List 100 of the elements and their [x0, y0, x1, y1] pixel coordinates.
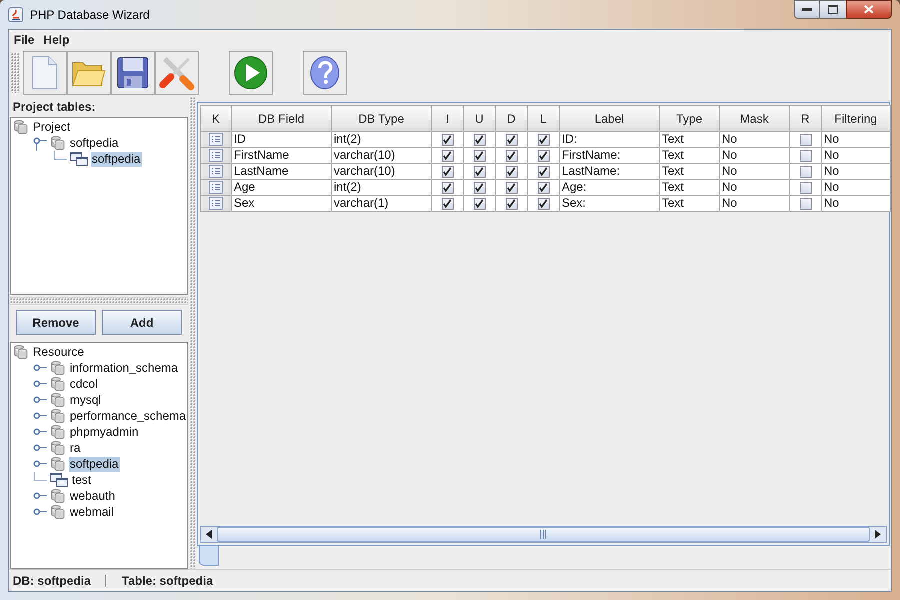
app-icon	[8, 6, 24, 22]
database-icon	[50, 488, 66, 504]
checkbox[interactable]	[538, 134, 550, 146]
push-button[interactable]: Remove	[16, 310, 96, 335]
table-cell: varchar(1)	[332, 196, 432, 212]
tree-item[interactable]: webauth	[69, 488, 116, 504]
database-icon	[50, 504, 66, 520]
tree-item[interactable]: cdcol	[69, 376, 100, 392]
database-icon	[50, 360, 66, 376]
status-text: DB: softpedia	[12, 572, 91, 590]
maximize-button[interactable]	[820, 0, 846, 19]
database-icon	[50, 392, 66, 408]
database-icon	[50, 135, 66, 151]
checkbox[interactable]	[800, 166, 812, 178]
push-button[interactable]: Add	[102, 310, 182, 335]
minimize-icon	[802, 8, 812, 12]
menu-item[interactable]: Help	[40, 30, 73, 48]
tree-line	[34, 472, 47, 481]
maximize-icon	[828, 5, 838, 14]
column-header[interactable]: K	[200, 106, 232, 132]
tree-item[interactable]: performance_schema	[69, 408, 188, 424]
tree-item[interactable]: information_schema	[69, 360, 180, 376]
status-text: Table: softpedia	[121, 572, 214, 590]
checkbox[interactable]	[474, 182, 486, 194]
database-icon	[50, 424, 66, 440]
toolbar-button[interactable]	[155, 51, 199, 95]
tree-item[interactable]: softpedia	[69, 456, 120, 472]
close-button[interactable]	[846, 0, 892, 19]
checkbox[interactable]	[506, 182, 518, 194]
checkbox[interactable]	[442, 166, 454, 178]
column-header[interactable]: Filtering	[822, 106, 890, 132]
column-header[interactable]: R	[790, 106, 822, 132]
checkbox[interactable]	[442, 134, 454, 146]
checkbox[interactable]	[506, 166, 518, 178]
tree-line	[54, 151, 67, 160]
checkbox[interactable]	[474, 134, 486, 146]
checkbox[interactable]	[474, 150, 486, 162]
left-arrow-icon	[206, 530, 212, 539]
row-header-icon	[209, 149, 223, 162]
checkbox[interactable]	[442, 182, 454, 194]
checkbox[interactable]	[474, 198, 486, 210]
checkbox[interactable]	[538, 150, 550, 162]
checkbox[interactable]	[800, 182, 812, 194]
checkbox[interactable]	[442, 198, 454, 210]
tree-item[interactable]: webmail	[69, 504, 116, 520]
column-header[interactable]: DB Type	[332, 106, 432, 132]
tree-item[interactable]: test	[71, 472, 92, 488]
column-header[interactable]: I	[432, 106, 464, 132]
column-header[interactable]: D	[496, 106, 528, 132]
menu-item[interactable]: File	[11, 30, 38, 48]
tree-item[interactable]: phpmyadmin	[69, 424, 140, 440]
toolbar-button[interactable]	[229, 51, 273, 95]
column-header[interactable]: Type	[660, 106, 720, 132]
database-icon	[50, 376, 66, 392]
row-header-icon	[209, 133, 223, 146]
tree-item[interactable]: mysql	[69, 392, 102, 408]
minimize-button[interactable]	[794, 0, 820, 19]
checkbox[interactable]	[538, 198, 550, 210]
database-icon	[50, 440, 66, 456]
checkbox[interactable]	[800, 150, 812, 162]
checkbox[interactable]	[538, 166, 550, 178]
tree-item[interactable]: softpedia	[91, 152, 142, 166]
checkbox[interactable]	[506, 150, 518, 162]
row-header-icon	[209, 197, 223, 210]
column-header[interactable]: U	[464, 106, 496, 132]
panel-title: Project tables:	[12, 99, 97, 116]
checkbox[interactable]	[506, 198, 518, 210]
checkbox[interactable]	[800, 198, 812, 210]
tree-item[interactable]: Resource	[32, 344, 86, 360]
column-header[interactable]: Mask	[720, 106, 790, 132]
checkbox[interactable]	[474, 166, 486, 178]
row-header-icon	[209, 181, 223, 194]
tab-handle[interactable]	[199, 546, 219, 566]
column-header[interactable]: Label	[560, 106, 660, 132]
checkbox[interactable]	[442, 150, 454, 162]
table-cell: Sex:	[560, 196, 660, 212]
scrollbar-thumb[interactable]	[217, 527, 870, 542]
grip-icon	[540, 530, 547, 539]
collapse-handle[interactable]	[33, 135, 47, 151]
horizontal-scrollbar[interactable]	[200, 526, 887, 543]
column-header[interactable]: L	[528, 106, 560, 132]
database-icon	[50, 408, 66, 424]
tree-item[interactable]: ra	[69, 440, 82, 456]
table-cell: No	[822, 196, 890, 212]
close-icon	[864, 5, 874, 14]
table-icon	[50, 473, 68, 487]
checkbox[interactable]	[800, 134, 812, 146]
toolbar-button[interactable]	[303, 51, 347, 95]
toolbar-button[interactable]	[111, 51, 155, 95]
play-icon	[233, 55, 269, 91]
right-arrow-icon	[875, 530, 881, 539]
toolbar-grip[interactable]	[11, 53, 19, 93]
checkbox[interactable]	[506, 134, 518, 146]
column-header[interactable]: DB Field	[232, 106, 332, 132]
tree-item[interactable]: Project	[32, 120, 72, 134]
row-header-icon	[209, 165, 223, 178]
tree-item[interactable]: softpedia	[69, 136, 120, 150]
table-cell: Text	[660, 196, 720, 212]
table-cell: No	[720, 196, 790, 212]
checkbox[interactable]	[538, 182, 550, 194]
